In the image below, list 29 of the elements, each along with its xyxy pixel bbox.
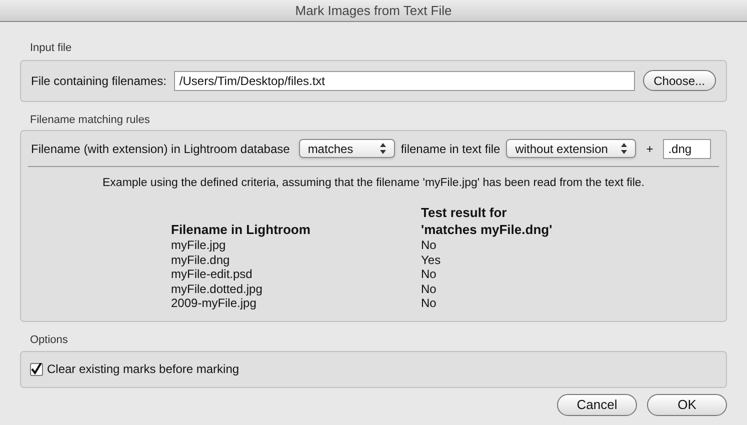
- table-cell-text: No: [421, 296, 438, 311]
- field-label: File containing filenames:: [31, 72, 166, 90]
- choose-button[interactable]: Choose...: [642, 70, 716, 91]
- table-cell-text: No: [421, 238, 438, 253]
- match-select[interactable]: matches: [298, 139, 395, 158]
- extension-select[interactable]: without extension: [506, 139, 636, 158]
- table-cell-text: myFile-edit.psd: [171, 267, 254, 282]
- table-cell-text: myFile.dotted.jpg: [171, 282, 264, 296]
- rule-label: filename in text file: [400, 140, 500, 158]
- table-cell-text: No: [421, 267, 438, 282]
- table-cell-text: 2009-myFile.jpg: [171, 296, 258, 311]
- section-heading: Input file: [30, 41, 73, 56]
- example-text: Example using the defined criteria, assuming that the filename 'myFile.jpg' has been read from the text file.: [102, 176, 646, 191]
- title-bar: Mark Images from Text File: [0, 0, 747, 22]
- checkbox-label: Clear existing marks before marking: [47, 361, 240, 378]
- table-cell-text: myFile.jpg: [171, 238, 227, 253]
- column-header: Filename in Lightroom: [171, 221, 312, 238]
- table-cell-text: No: [421, 282, 438, 296]
- section-heading: Options: [30, 333, 69, 348]
- dialog-button[interactable]: OK: [647, 394, 727, 416]
- dialog-button[interactable]: Cancel: [557, 394, 637, 416]
- extension-field[interactable]: .dng: [663, 138, 712, 158]
- column-header: Test result for 'matches myFile.dng': [421, 204, 554, 238]
- table-cell-text: myFile.dng: [171, 252, 231, 268]
- file-path-field[interactable]: /Users/Tim/Desktop/files.txt: [174, 70, 635, 90]
- rule-label: Filename (with extension) in Lightroom database: [31, 140, 290, 158]
- plus-sign: +: [646, 140, 654, 158]
- table-cell-text: Yes: [421, 252, 442, 268]
- section-heading: Filename matching rules: [30, 112, 151, 128]
